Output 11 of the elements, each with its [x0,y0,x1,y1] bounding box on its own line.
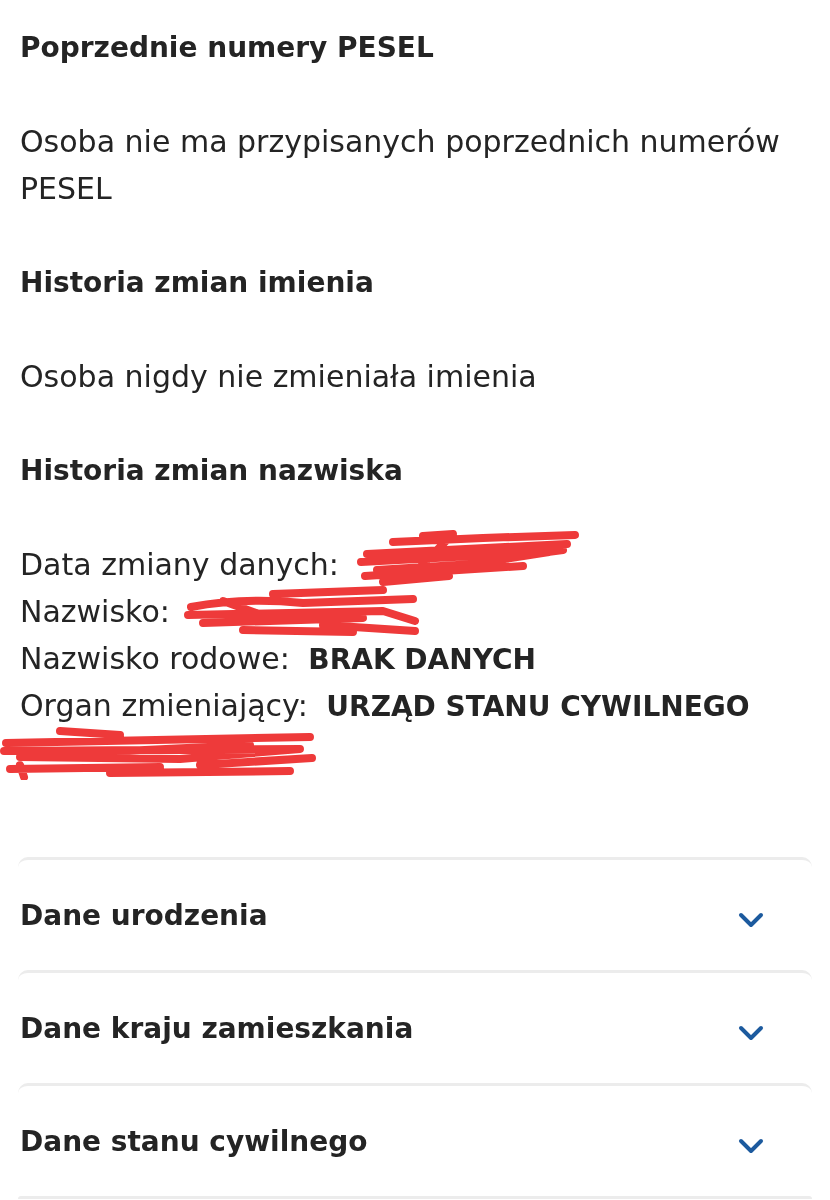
section-text: Osoba nie ma przypisanych poprzednich numerów PESEL [20,123,781,208]
section-text: Osoba nigdy nie zmieniała imienia [20,358,538,396]
detail-value: BRAK DANYCH [308,643,536,676]
section-heading: Poprzednie numery PESEL [20,30,435,66]
detail-label: Nazwisko rodowe: [20,641,290,676]
detail-value: URZĄD STANU CYWILNEGO [326,690,750,723]
detail-label: Nazwisko: [20,594,170,629]
section-heading: Historia zmian imienia [20,265,375,301]
section-heading: Historia zmian nazwiska [20,453,404,489]
detail-label: Data zmiany danych: [20,547,339,582]
detail-label: Organ zmieniający: [20,688,308,723]
